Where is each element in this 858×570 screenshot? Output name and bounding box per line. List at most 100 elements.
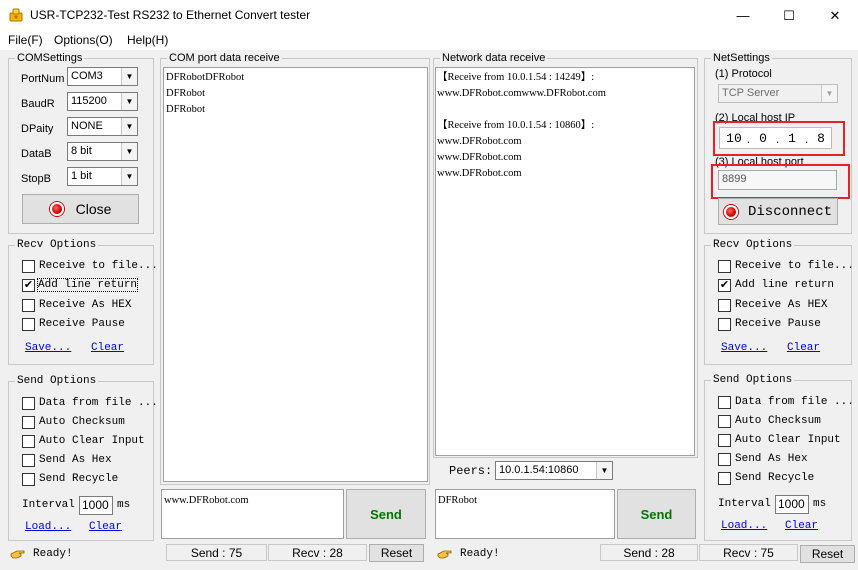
right-receive-as-hex-checkbox[interactable] (718, 299, 731, 312)
disconnect-label: Disconnect (747, 203, 832, 220)
com-send-button[interactable]: Send (346, 489, 426, 539)
net-send-text: DFRobot (438, 495, 478, 506)
right-receive-pause-label: Receive Pause (735, 318, 821, 330)
close-window-button[interactable]: ✕ (812, 0, 858, 31)
right-send-as-hex-checkbox[interactable] (718, 453, 731, 466)
menu-options[interactable]: Options(O) (54, 33, 113, 47)
left-interval-input[interactable]: 1000 (79, 496, 113, 515)
stopbits-select[interactable]: 1 bit ▼ (67, 167, 138, 186)
left-add-line-return-checkbox[interactable]: ✔ (22, 279, 35, 292)
right-send-recycle-label: Send Recycle (735, 472, 815, 484)
parity-label: DPaity (21, 123, 54, 135)
com-receive-area[interactable]: DFRobotDFRobot DFRobot DFRobot (163, 67, 428, 482)
left-send-count: Send : 75 (166, 544, 267, 561)
right-interval-input[interactable]: 1000 (775, 495, 809, 514)
chevron-down-icon: ▼ (121, 68, 137, 85)
right-auto-clear-input-checkbox[interactable] (718, 434, 731, 447)
pointing-hand-icon (10, 550, 25, 559)
com-receive-title: COM port data receive (167, 51, 282, 65)
right-reset-button[interactable]: Reset (800, 545, 855, 563)
ip-highlight-box (713, 121, 845, 156)
left-data-from-file-checkbox[interactable] (22, 397, 35, 410)
right-load-link[interactable]: Load... (721, 520, 767, 532)
protocol-select[interactable]: TCP Server ▼ (718, 84, 838, 103)
left-reset-button[interactable]: Reset (369, 544, 424, 562)
maximize-button[interactable]: ☐ (766, 0, 812, 31)
right-send-as-hex-label: Send As Hex (735, 453, 808, 465)
left-interval-label: Interval (22, 499, 75, 511)
menu-file[interactable]: File(F) (8, 33, 43, 47)
left-data-from-file-label: Data from file ... (39, 397, 158, 409)
right-send-recycle-checkbox[interactable] (718, 472, 731, 485)
net-receive-line: www.DFRobot.com (437, 152, 522, 163)
net-receive-area[interactable]: 【Receive from 10.0.1.54 : 14249】: www.DF… (435, 67, 695, 456)
com-send-input[interactable]: www.DFRobot.com (161, 489, 344, 539)
chevron-down-icon: ▼ (121, 168, 137, 185)
databits-label: DataB (21, 148, 52, 160)
right-save-link[interactable]: Save... (721, 342, 767, 354)
peers-select[interactable]: 10.0.1.54:10860 ▼ (495, 461, 613, 480)
left-receive-as-hex-checkbox[interactable] (22, 299, 35, 312)
right-add-line-return-checkbox[interactable]: ✔ (718, 279, 731, 292)
left-receive-pause-checkbox[interactable] (22, 318, 35, 331)
net-send-input[interactable]: DFRobot (435, 489, 615, 539)
baud-select[interactable]: 115200 ▼ (67, 92, 138, 111)
com-receive-line: DFRobot (166, 88, 206, 99)
right-interval-label: Interval (718, 498, 771, 510)
right-send-count: Send : 28 (600, 544, 698, 561)
left-save-link[interactable]: Save... (25, 342, 71, 354)
left-receive-as-hex-label: Receive As HEX (39, 299, 132, 311)
status-light-icon (723, 204, 738, 219)
left-auto-checksum-checkbox[interactable] (22, 416, 35, 429)
right-auto-checksum-checkbox[interactable] (718, 415, 731, 428)
minimize-button[interactable]: — (720, 0, 766, 31)
left-auto-clear-input-checkbox[interactable] (22, 435, 35, 448)
net-receive-line (437, 102, 693, 118)
right-send-clear-link[interactable]: Clear (785, 520, 818, 532)
chevron-down-icon: ▼ (596, 462, 612, 479)
right-data-from-file-checkbox[interactable] (718, 396, 731, 409)
stopbits-label: StopB (21, 173, 51, 185)
right-auto-checksum-label: Auto Checksum (735, 415, 821, 427)
parity-value: NONE (71, 120, 103, 132)
left-interval-unit: ms (117, 499, 131, 511)
port-highlight-box (711, 164, 850, 199)
peers-label: Peers: (449, 464, 493, 478)
left-auto-clear-input-label: Auto Clear Input (39, 435, 145, 447)
left-recv-clear-link[interactable]: Clear (91, 342, 124, 354)
net-receive-line: www.DFRobot.com (437, 136, 522, 147)
status-light-icon (49, 202, 64, 216)
right-data-from-file-label: Data from file ... (735, 396, 854, 408)
disconnect-button[interactable]: Disconnect (718, 198, 838, 225)
port-select[interactable]: COM3 ▼ (67, 67, 138, 86)
net-receive-line: www.DFRobot.comwww.DFRobot.com (437, 88, 606, 99)
app-icon (9, 8, 23, 22)
pointing-hand-icon (437, 550, 452, 559)
net-send-button[interactable]: Send (617, 489, 696, 539)
baud-label: BaudR (21, 98, 55, 110)
databits-select[interactable]: 8 bit ▼ (67, 142, 138, 161)
net-receive-line: 【Receive from 10.0.1.54 : 14249】: (437, 72, 595, 83)
left-send-as-hex-checkbox[interactable] (22, 454, 35, 467)
chevron-down-icon: ▼ (121, 143, 137, 160)
parity-select[interactable]: NONE ▼ (67, 117, 138, 136)
menu-bar: File(F) Options(O) Help(H) (0, 31, 858, 51)
close-port-button[interactable]: Close (22, 194, 139, 224)
left-recv-count: Recv : 28 (268, 544, 367, 561)
right-add-line-return-label: Add line return (735, 279, 835, 291)
net-receive-line: 【Receive from 10.0.1.54 : 10860】: (437, 120, 595, 131)
left-send-clear-link[interactable]: Clear (89, 521, 122, 533)
chevron-down-icon: ▼ (121, 118, 137, 135)
protocol-label: (1) Protocol (715, 68, 772, 80)
right-recv-clear-link[interactable]: Clear (787, 342, 820, 354)
menu-help[interactable]: Help(H) (127, 33, 168, 47)
left-load-link[interactable]: Load... (25, 521, 71, 533)
left-send-options-title: Send Options (15, 374, 99, 388)
left-send-recycle-checkbox[interactable] (22, 473, 35, 486)
peers-value: 10.0.1.54:10860 (499, 464, 579, 476)
right-receive-to-file-checkbox[interactable] (718, 260, 731, 273)
right-receive-pause-checkbox[interactable] (718, 318, 731, 331)
left-receive-to-file-checkbox[interactable] (22, 260, 35, 273)
close-port-label: Close (75, 201, 112, 217)
com-settings-title: COMSettings (15, 51, 85, 65)
